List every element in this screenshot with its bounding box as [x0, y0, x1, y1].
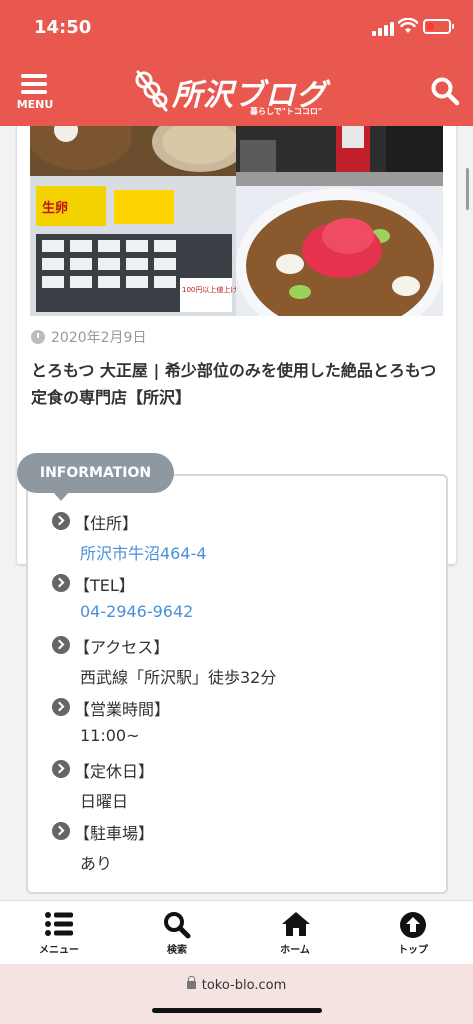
home-icon: [282, 912, 310, 936]
info-value: 日曜日: [80, 792, 129, 811]
chevron-right-icon: [52, 760, 70, 778]
nav-search-button[interactable]: 検索: [118, 901, 236, 965]
nav-label: 検索: [167, 945, 187, 956]
bottom-nav: メニュー 検索 ホーム トップ: [0, 900, 473, 964]
article-thumbnail[interactable]: 生卵 100円以上値上げ: [30, 126, 443, 316]
info-label: 【アクセス】: [74, 638, 170, 657]
information-heading: INFORMATION: [17, 453, 174, 501]
status-bar: 14:50: [0, 0, 473, 56]
nav-label: ホーム: [280, 945, 310, 956]
url-text: toko-blo.com: [201, 978, 287, 993]
info-label: 【TEL】: [74, 576, 135, 595]
nav-home-button[interactable]: ホーム: [236, 901, 354, 965]
dango-logo-icon: [135, 70, 168, 112]
url-display[interactable]: toko-blo.com: [0, 976, 473, 993]
phone-link[interactable]: 04-2946-9642: [80, 602, 193, 621]
cellular-signal-icon: [372, 22, 394, 36]
browser-url-bar[interactable]: toko-blo.com: [0, 964, 473, 1024]
status-time: 14:50: [34, 17, 92, 38]
arrow-up-circle-icon: [400, 912, 426, 938]
info-label: 【駐車場】: [74, 824, 155, 843]
nav-label: メニュー: [39, 945, 79, 956]
wifi-icon: [398, 18, 418, 33]
chevron-right-icon: [52, 822, 70, 840]
address-link[interactable]: 所沢市牛沼464-4: [80, 540, 207, 564]
hamburger-icon: [21, 74, 47, 94]
search-icon: [164, 912, 191, 939]
menu-button[interactable]: MENU: [14, 72, 56, 114]
info-label: 【住所】: [74, 514, 139, 533]
article-date-text: 2020年2月9日: [51, 330, 147, 346]
photo-sign-text: 100円以上値上げ: [182, 285, 237, 294]
article-headline[interactable]: とろもつ 大正屋 | 希少部位のみを使用した絶品とろもつ定食の専門店【所沢】: [31, 357, 447, 411]
chevron-right-icon: [52, 698, 70, 716]
lock-icon: [186, 976, 196, 989]
home-indicator[interactable]: [152, 1008, 322, 1013]
chevron-right-icon: [52, 636, 70, 654]
clock-icon: [31, 330, 45, 344]
scrollbar[interactable]: [466, 168, 469, 210]
info-label: 【営業時間】: [74, 700, 171, 719]
chevron-right-icon: [52, 574, 70, 592]
nav-label: トップ: [398, 945, 428, 956]
site-logo[interactable]: 所沢ブログ 暮らしで"トココロ": [132, 66, 346, 118]
battery-icon: [423, 19, 454, 34]
info-value: 11:00~: [80, 726, 140, 745]
nav-top-button[interactable]: トップ: [354, 901, 472, 965]
menu-label: MENU: [16, 98, 54, 111]
list-icon: [45, 912, 73, 936]
svg-text:生卵: 生卵: [42, 200, 68, 216]
article-date: 2020年2月9日: [31, 327, 146, 347]
chevron-right-icon: [52, 512, 70, 530]
logo-tagline: 暮らしで"トココロ": [250, 107, 323, 116]
info-label: 【定休日】: [74, 762, 155, 781]
info-value: 西武線「所沢駅」徒歩32分: [80, 668, 277, 687]
search-icon[interactable]: [430, 76, 460, 106]
nav-menu-button[interactable]: メニュー: [0, 901, 118, 965]
app-header: 14:50 MENU 所沢ブログ 暮らしで"トココロ": [0, 0, 473, 126]
info-value: あり: [80, 854, 113, 873]
main-content: 生卵 100円以上値上げ 2020年2月9日 とろもつ 大正屋 | 希少部位のみ…: [0, 126, 473, 900]
